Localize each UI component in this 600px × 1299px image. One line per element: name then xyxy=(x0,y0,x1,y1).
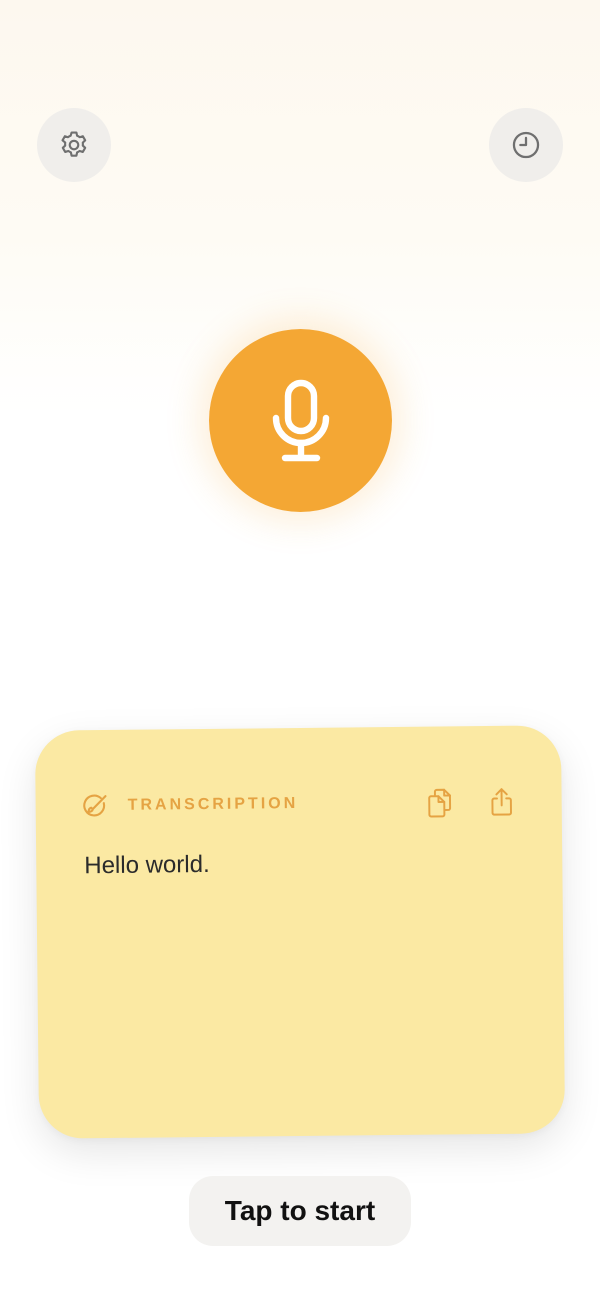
share-icon xyxy=(491,788,512,816)
card-title: TRANSCRIPTION xyxy=(127,795,299,814)
clock-icon xyxy=(512,131,540,159)
share-button[interactable] xyxy=(487,787,515,817)
microphone-icon xyxy=(272,379,329,461)
history-button[interactable] xyxy=(489,108,563,182)
card-header: TRANSCRIPTION xyxy=(81,782,515,827)
card-actions xyxy=(425,787,515,818)
copy-button[interactable] xyxy=(425,787,453,818)
transcription-text[interactable]: Hello world. xyxy=(84,848,514,881)
tap-to-start-button[interactable]: Tap to start xyxy=(189,1176,411,1246)
brush-icon xyxy=(82,792,110,820)
gear-icon xyxy=(61,131,87,157)
record-button[interactable] xyxy=(209,329,392,512)
settings-button[interactable] xyxy=(37,108,111,182)
transcription-card: TRANSCRIPTION Hello world. xyxy=(34,725,566,1139)
copy-icon xyxy=(428,788,452,818)
